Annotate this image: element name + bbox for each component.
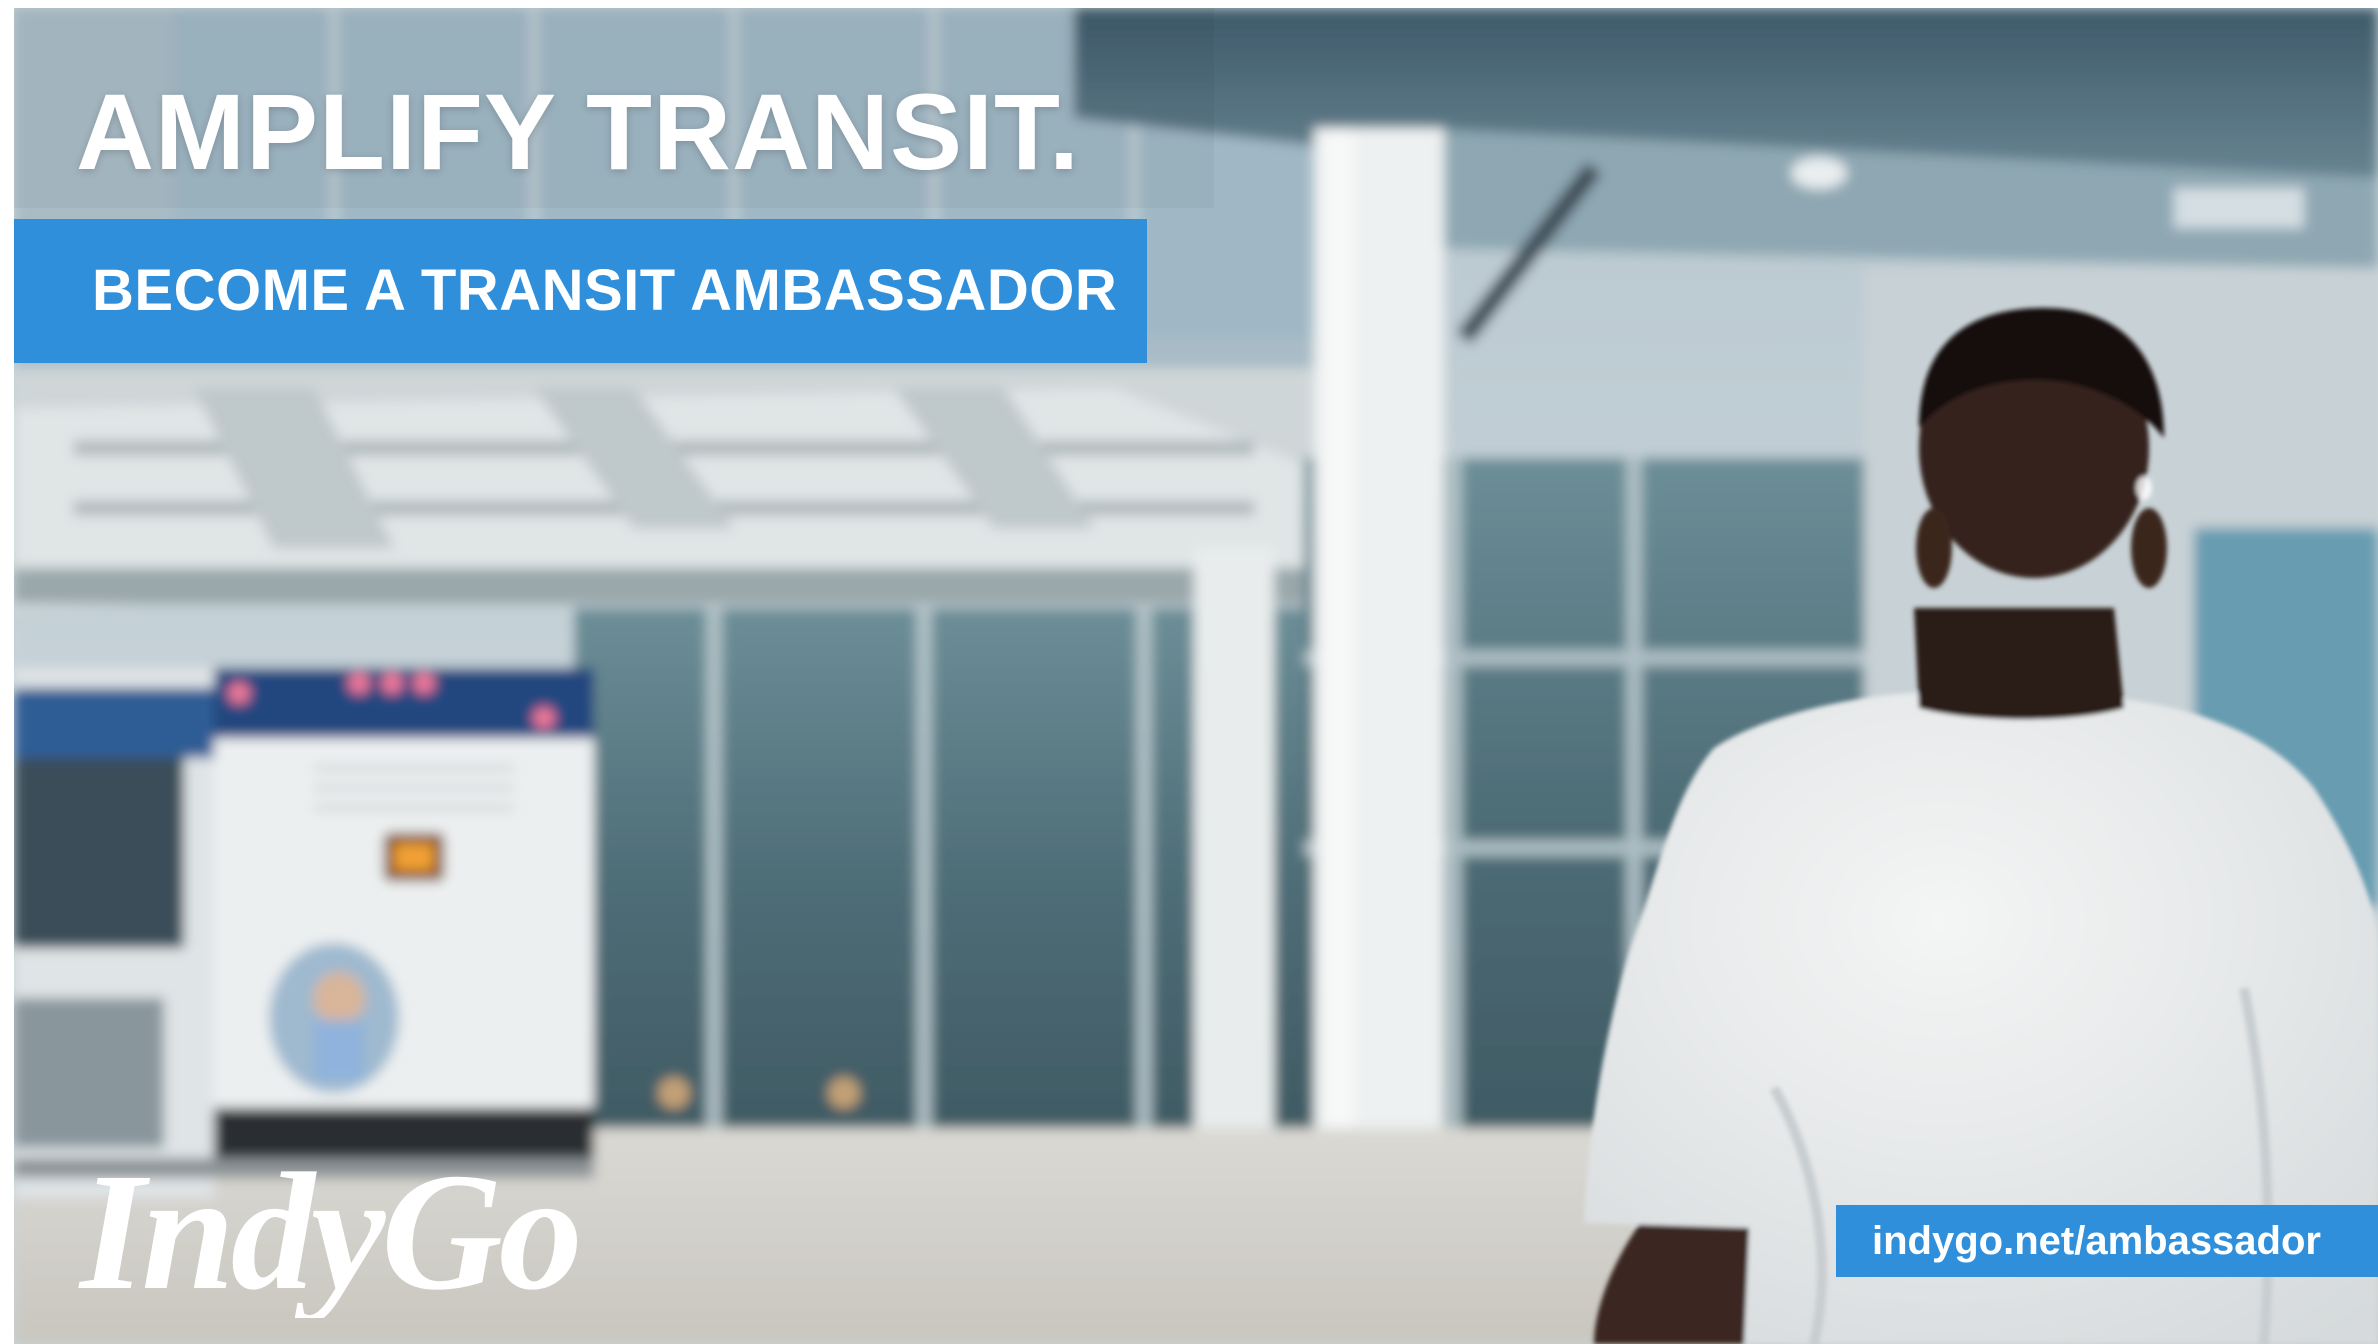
headline: AMPLIFY TRANSIT.	[76, 71, 1081, 192]
ad-frame: AMPLIFY TRANSIT. BECOME A TRANSIT AMBASS…	[14, 8, 2378, 1344]
ambassador-banner: BECOME A TRANSIT AMBASSADOR	[14, 219, 1147, 363]
url-badge[interactable]: indygo.net/ambassador	[1836, 1205, 2378, 1277]
indygo-logo: IndyGo	[78, 1148, 583, 1318]
transit-station-photo	[14, 8, 2378, 1344]
logo-wordmark: IndyGo	[78, 1148, 579, 1318]
ambassador-url-link[interactable]: indygo.net/ambassador	[1872, 1221, 2321, 1261]
banner-text: BECOME A TRANSIT AMBASSADOR	[92, 258, 1118, 323]
